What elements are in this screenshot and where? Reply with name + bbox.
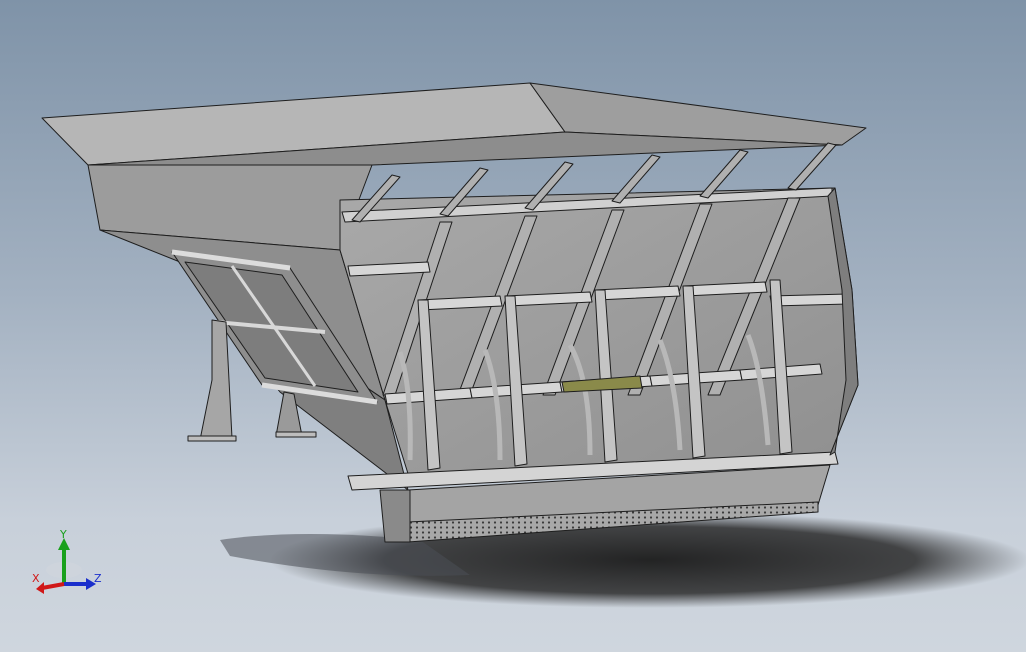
- bottom-left-chute: [379, 489, 411, 543]
- cad-graphics-viewport[interactable]: Y Z X: [0, 0, 1026, 652]
- coordinate-triad[interactable]: Y Z X: [28, 528, 108, 598]
- hopper-model[interactable]: [0, 0, 1026, 652]
- z-axis-label: Z: [94, 572, 102, 585]
- x-axis-arrow: [41, 582, 65, 590]
- x-axis-label: X: [32, 572, 40, 585]
- y-axis-label: Y: [59, 528, 67, 541]
- left-leg-front: [199, 319, 233, 441]
